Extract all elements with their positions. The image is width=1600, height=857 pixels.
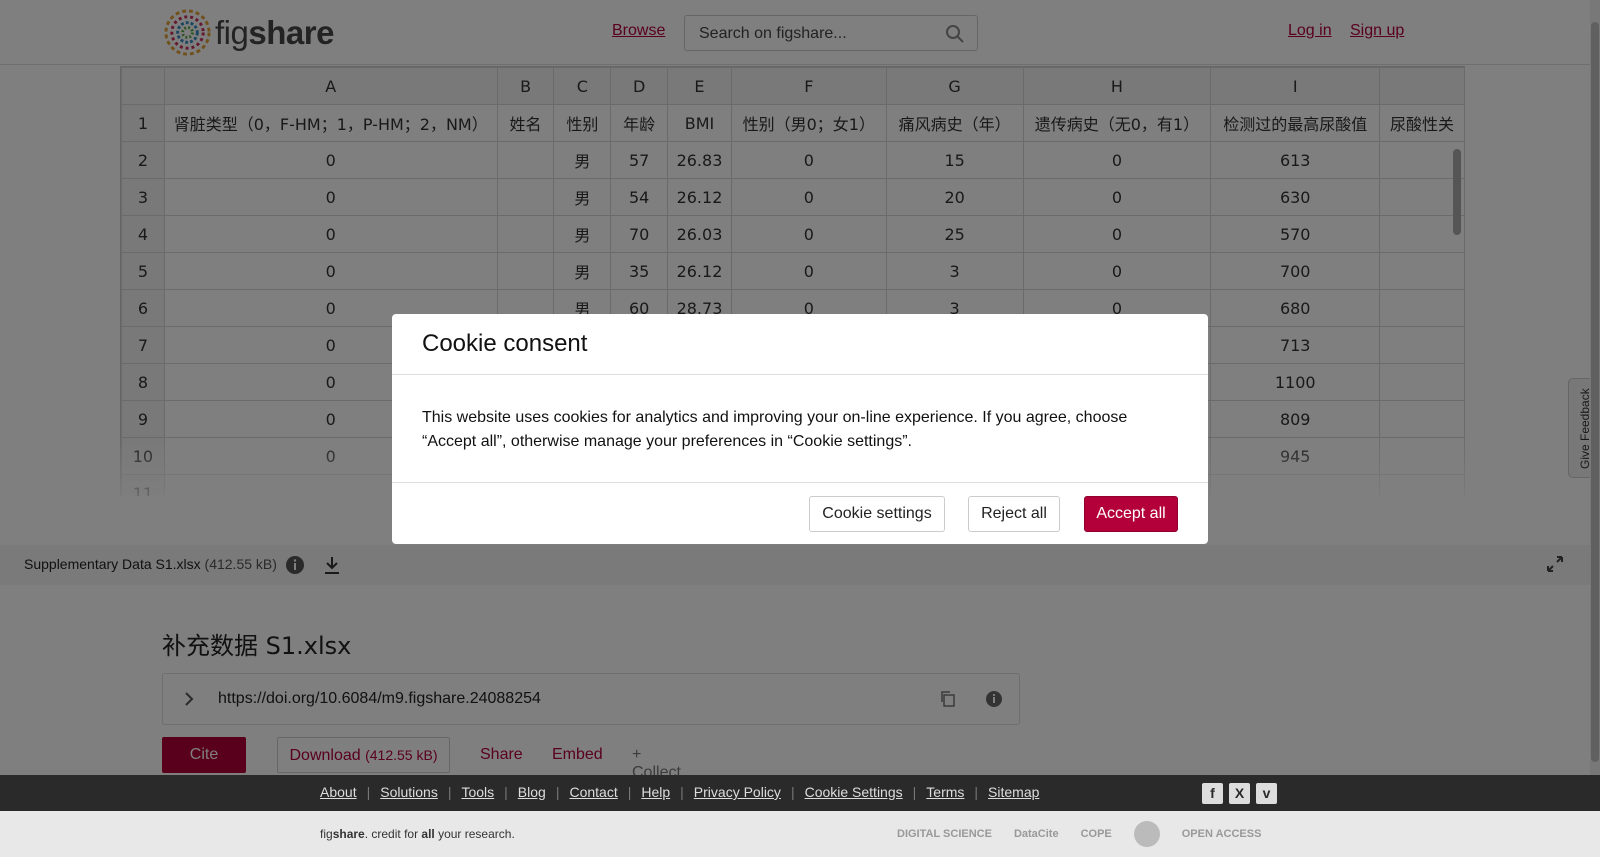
footer-link-blog[interactable]: Blog <box>518 784 546 800</box>
cookie-dialog-title: Cookie consent <box>422 330 588 357</box>
footer-links-bar: About | Solutions | Tools | Blog | Contact | … <box>0 775 1600 811</box>
partner-logos: DIGITAL SCIENCE DataCite COPE OPEN ACCES… <box>897 821 1261 847</box>
footer-bottom: figshare. credit for all your research. … <box>0 811 1600 857</box>
cope-logo[interactable]: COPE <box>1081 821 1112 847</box>
footer-link-solutions[interactable]: Solutions <box>380 784 438 800</box>
cookie-consent-dialog: Cookie consent This website uses cookies… <box>392 314 1208 544</box>
footer-link-help[interactable]: Help <box>641 784 670 800</box>
divider <box>392 482 1208 483</box>
cookie-settings-button[interactable]: Cookie settings <box>809 496 945 532</box>
footer-nav: About | Solutions | Tools | Blog | Contact | … <box>320 784 1040 800</box>
footer-tagline: figshare. credit for all your research. <box>320 827 515 841</box>
footer-link-tools[interactable]: Tools <box>461 784 494 800</box>
seal-logo[interactable] <box>1133 821 1160 847</box>
cookie-dialog-body: This website uses cookies for analytics … <box>422 409 1128 450</box>
datacite-logo[interactable]: DataCite <box>1014 821 1059 847</box>
accept-all-button[interactable]: Accept all <box>1084 496 1178 532</box>
digital-science-logo[interactable]: DIGITAL SCIENCE <box>897 821 992 847</box>
footer-link-contact[interactable]: Contact <box>569 784 617 800</box>
footer-link-terms[interactable]: Terms <box>926 784 964 800</box>
seal-logo-icon <box>1133 821 1160 847</box>
vimeo-icon[interactable]: v <box>1256 783 1277 804</box>
footer-link-cookie-settings[interactable]: Cookie Settings <box>805 784 903 800</box>
social-links: f X v <box>1202 783 1277 804</box>
footer-link-about[interactable]: About <box>320 784 357 800</box>
footer-link-privacy[interactable]: Privacy Policy <box>694 784 781 800</box>
divider <box>392 374 1208 375</box>
facebook-icon[interactable]: f <box>1202 783 1223 804</box>
reject-all-button[interactable]: Reject all <box>968 496 1060 532</box>
open-access-logo[interactable]: OPEN ACCESS <box>1182 821 1262 847</box>
footer-link-sitemap[interactable]: Sitemap <box>988 784 1039 800</box>
x-twitter-icon[interactable]: X <box>1229 783 1250 804</box>
